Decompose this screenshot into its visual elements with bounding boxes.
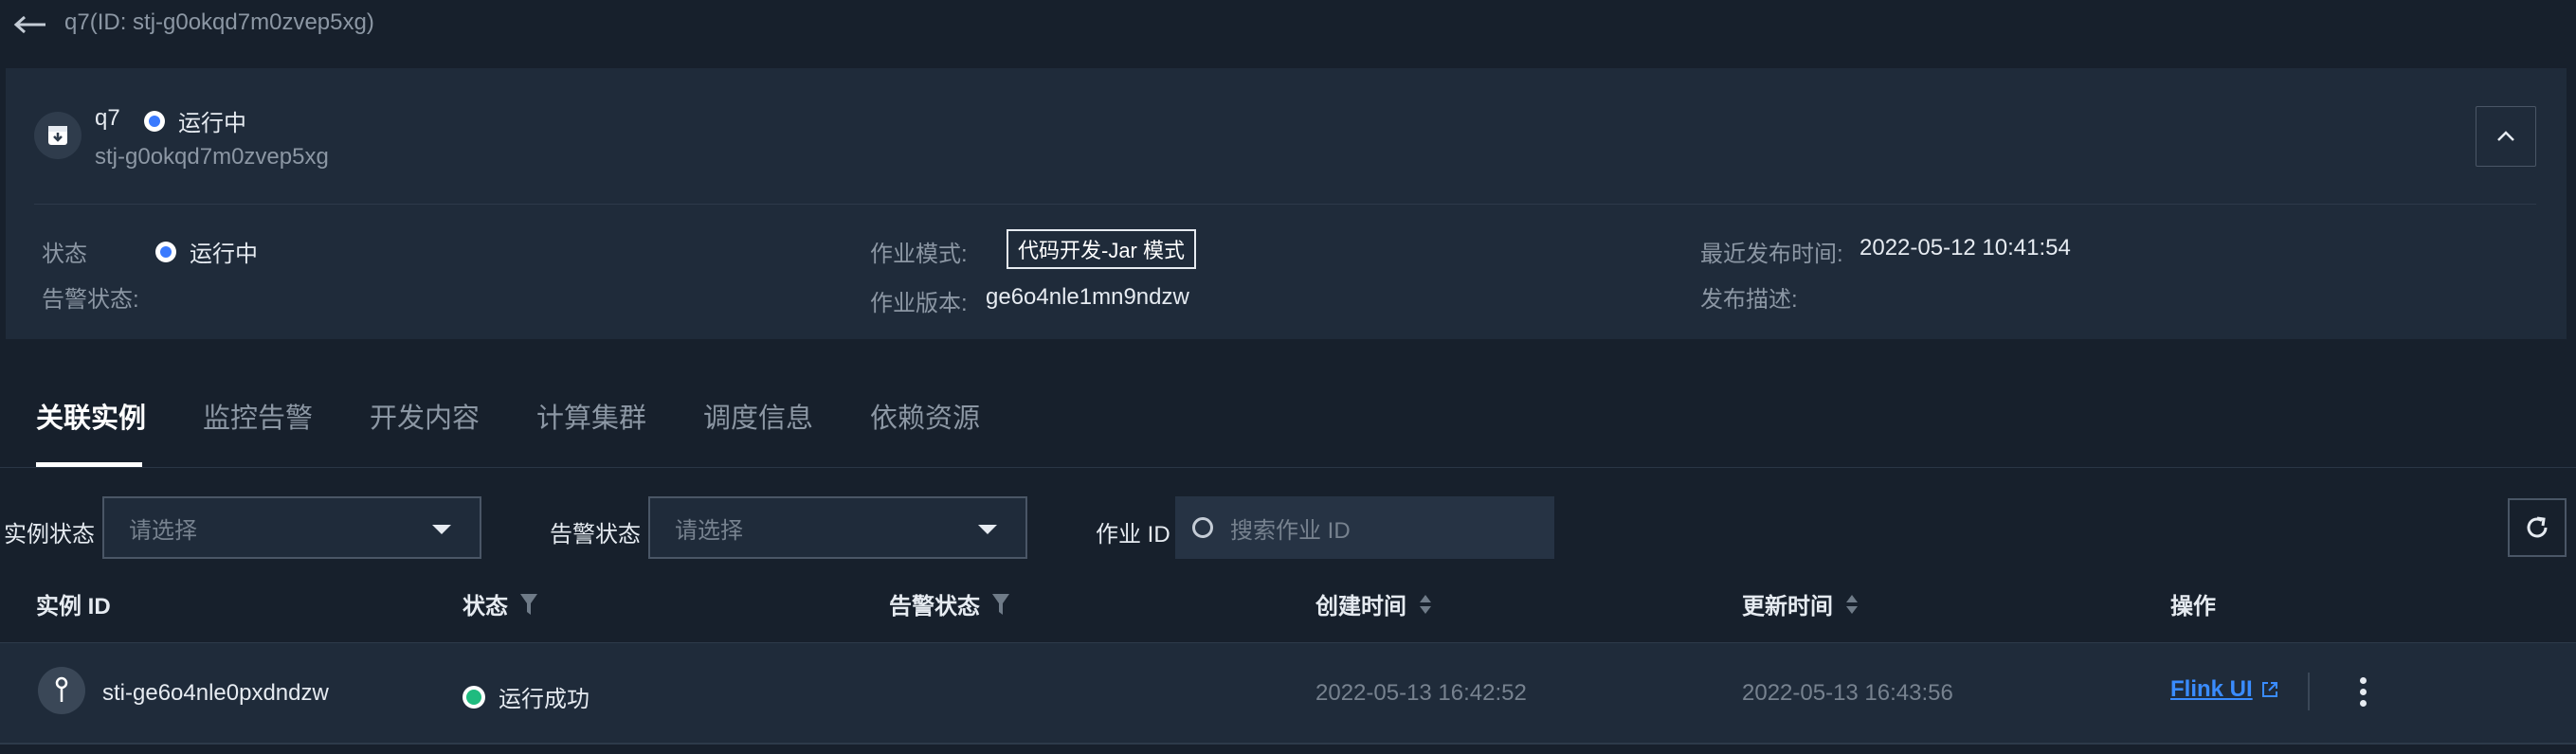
page-title: q7(ID: stj-g0okqd7m0zvep5xg) bbox=[64, 9, 374, 35]
instance-status-cell: 运行成功 bbox=[463, 680, 590, 713]
alarm-status-placeholder: 请选择 bbox=[675, 517, 743, 544]
alarm-status-select[interactable]: 请选择 bbox=[648, 496, 1027, 559]
running-status-icon bbox=[155, 241, 176, 262]
column-label: 状态 bbox=[463, 594, 508, 619]
publish-time-label: 最近发布时间: bbox=[1700, 242, 1843, 267]
column-status: 状态 bbox=[463, 587, 538, 620]
refresh-icon bbox=[2527, 516, 2548, 538]
job-icon bbox=[48, 126, 67, 145]
back-button[interactable] bbox=[11, 8, 49, 42]
instance-status-placeholder: 请选择 bbox=[129, 517, 197, 544]
success-status-icon bbox=[463, 685, 485, 709]
publish-time-value: 2022-05-12 10:41:54 bbox=[1859, 235, 2071, 260]
sort-icon[interactable] bbox=[1418, 592, 1433, 617]
filter-icon[interactable] bbox=[991, 592, 1010, 617]
tab-dependencies[interactable]: 依赖资源 bbox=[870, 396, 980, 436]
instance-status-text: 运行成功 bbox=[499, 687, 590, 712]
job-avatar bbox=[34, 112, 82, 159]
tab-schedule[interactable]: 调度信息 bbox=[703, 396, 813, 436]
status-label: 状态 bbox=[42, 242, 87, 267]
job-status: 运行中 bbox=[144, 104, 246, 137]
column-label: 更新时间 bbox=[1742, 594, 1833, 619]
caret-down-icon bbox=[978, 525, 997, 534]
running-status-icon bbox=[144, 110, 165, 132]
card-divider bbox=[34, 204, 2536, 205]
job-version-value: ge6o4nle1mn9ndzw bbox=[986, 284, 1189, 310]
job-id-search-placeholder: 搜索作业 ID bbox=[1230, 517, 1351, 544]
more-icon[interactable] bbox=[2349, 673, 2377, 710]
column-instance-id: 实例 ID bbox=[36, 587, 111, 620]
tab-compute-cluster[interactable]: 计算集群 bbox=[536, 396, 646, 436]
column-alarm-status: 告警状态 bbox=[889, 587, 1010, 620]
alarm-status-label: 告警状态: bbox=[42, 287, 139, 313]
status-field: 运行中 bbox=[155, 235, 258, 268]
tab-instances[interactable]: 关联实例 bbox=[36, 396, 146, 436]
flink-ui-label: Flink UI bbox=[2170, 676, 2253, 702]
sort-icon[interactable] bbox=[1844, 592, 1859, 617]
instance-status-filter-label: 实例状态 bbox=[4, 522, 95, 548]
job-id-filter-label: 作业 ID bbox=[1096, 522, 1170, 548]
collapse-button[interactable] bbox=[2476, 106, 2536, 167]
job-mode-label: 作业模式: bbox=[870, 242, 968, 267]
column-label: 实例 ID bbox=[36, 594, 111, 619]
tab-monitoring[interactable]: 监控告警 bbox=[203, 396, 313, 436]
created-time-cell: 2022-05-13 16:42:52 bbox=[1315, 680, 1527, 706]
column-label: 告警状态 bbox=[889, 594, 980, 619]
job-version-label: 作业版本: bbox=[870, 291, 968, 316]
instance-icon bbox=[55, 676, 68, 702]
back-arrow-icon bbox=[13, 15, 45, 34]
flink-ui-link[interactable]: Flink UI bbox=[2170, 676, 2279, 703]
column-actions: 操作 bbox=[2170, 587, 2216, 620]
job-mode-badge: 代码开发-Jar 模式 bbox=[1007, 229, 1197, 269]
job-name: q7 bbox=[95, 105, 120, 131]
chevron-up-icon bbox=[2497, 131, 2514, 141]
job-status-text: 运行中 bbox=[178, 111, 246, 136]
caret-down-icon bbox=[432, 525, 451, 534]
job-id-search-input[interactable]: 搜索作业 ID bbox=[1175, 496, 1554, 559]
status-value: 运行中 bbox=[190, 242, 258, 267]
filter-icon[interactable] bbox=[519, 592, 538, 617]
tabs-divider bbox=[0, 467, 2576, 468]
tab-dev-content[interactable]: 开发内容 bbox=[370, 396, 480, 436]
external-link-icon bbox=[2261, 682, 2277, 697]
alarm-status-filter-label: 告警状态 bbox=[550, 522, 641, 548]
updated-time-cell: 2022-05-13 16:43:56 bbox=[1742, 680, 1953, 706]
action-divider bbox=[2308, 673, 2310, 710]
instance-id-cell: sti-ge6o4nle0pxdndzw bbox=[102, 680, 329, 706]
publish-desc-label: 发布描述: bbox=[1700, 287, 1798, 313]
refresh-button[interactable] bbox=[2508, 498, 2567, 557]
column-created-time: 创建时间 bbox=[1315, 587, 1433, 620]
instance-status-select[interactable]: 请选择 bbox=[102, 496, 481, 559]
job-id: stj-g0okqd7m0zvep5xg bbox=[95, 144, 329, 170]
column-label: 操作 bbox=[2170, 594, 2216, 619]
instance-avatar bbox=[38, 667, 85, 714]
search-icon bbox=[1192, 517, 1213, 538]
column-label: 创建时间 bbox=[1315, 594, 1406, 619]
column-updated-time: 更新时间 bbox=[1742, 587, 1859, 620]
